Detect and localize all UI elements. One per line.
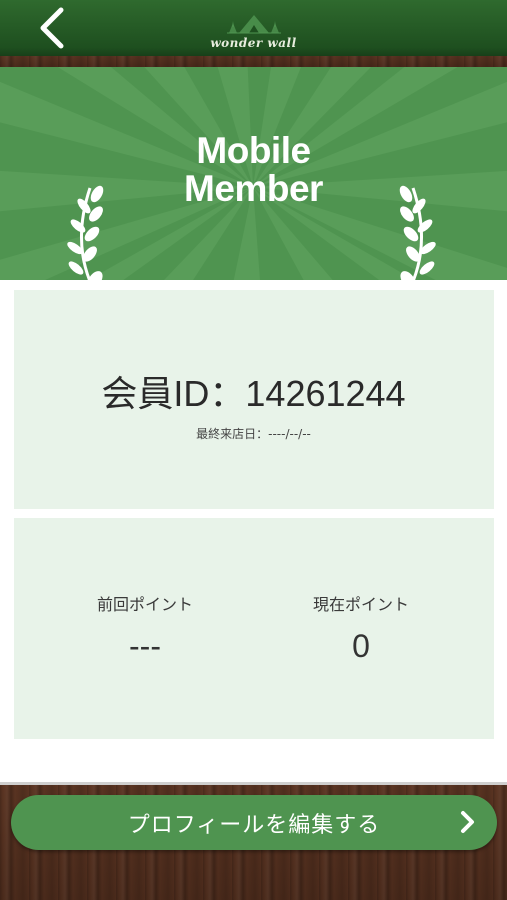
app-header: wonder wall	[0, 0, 507, 56]
wood-strip-top	[0, 56, 507, 67]
previous-points-value: ---	[129, 628, 161, 664]
banner-title: Mobile Member	[0, 132, 507, 208]
back-button[interactable]	[28, 4, 76, 52]
edit-profile-button[interactable]: プロフィールを編集する	[11, 795, 497, 850]
banner-title-line2: Member	[184, 168, 323, 209]
previous-points-label: 前回ポイント	[96, 595, 193, 614]
last-visit-date: 最終来店日：----/--/--	[196, 427, 311, 441]
chevron-right-icon	[461, 811, 474, 833]
edit-profile-button-label: プロフィールを編集する	[127, 812, 381, 838]
tent-icon	[226, 14, 281, 33]
current-points-value: 0	[352, 628, 370, 664]
current-points-label: 現在ポイント	[312, 595, 409, 614]
chevron-left-icon	[40, 7, 64, 49]
banner-title-line1: Mobile	[196, 130, 311, 171]
member-id: 会員ID：14261244	[101, 373, 406, 414]
logo-text: wonder wall	[210, 35, 297, 50]
app-logo: wonder wall	[210, 11, 296, 50]
